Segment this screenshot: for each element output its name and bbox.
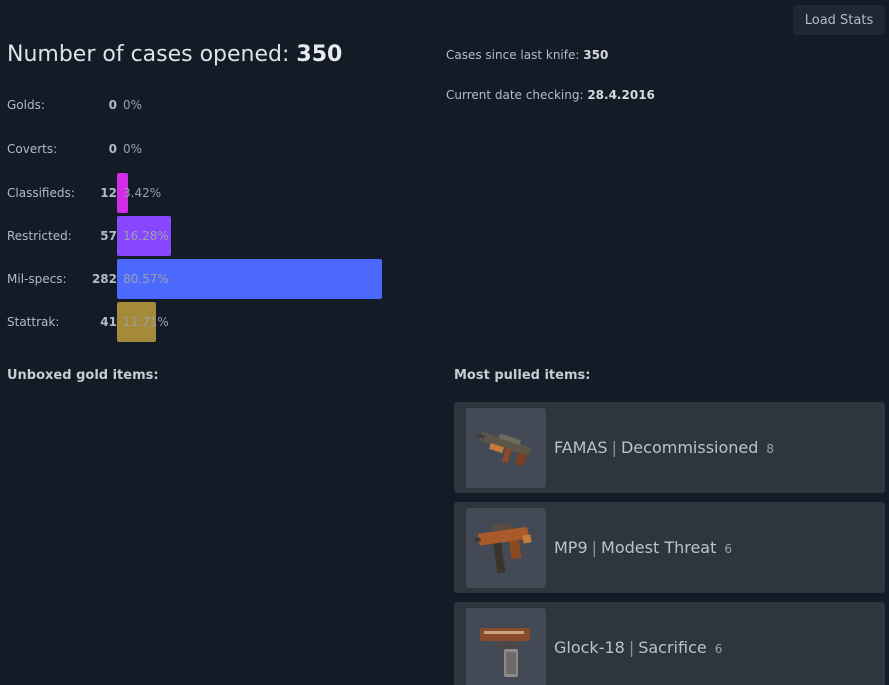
item-count: 6: [714, 642, 723, 656]
stat-label: Stattrak:: [7, 315, 60, 329]
since-knife-label: Cases since last knife:: [446, 48, 580, 62]
stat-percent: 16.28%: [123, 229, 169, 243]
cases-opened-heading: Number of cases opened: 350: [7, 42, 342, 67]
famas-icon: [466, 408, 546, 488]
stat-count: 282: [91, 272, 117, 286]
stat-percent: 80.57%: [123, 272, 169, 286]
pulled-item-card[interactable]: MP9 | Modest Threat 6: [454, 502, 885, 593]
item-separator: |: [611, 438, 617, 457]
pulled-item-name: Glock-18 | Sacrifice 6: [554, 602, 722, 685]
pulled-item-card[interactable]: FAMAS | Decommissioned 8: [454, 402, 885, 493]
stat-label: Coverts:: [7, 142, 58, 156]
stat-count: 41: [100, 315, 117, 329]
stat-row-classifieds: Classifieds: 12 3.42%: [0, 173, 420, 213]
pulled-item-card[interactable]: Glock-18 | Sacrifice 6: [454, 602, 885, 685]
mp9-icon: [466, 508, 546, 588]
stat-label: Golds:: [7, 98, 45, 112]
pulled-item-name: MP9 | Modest Threat 6: [554, 502, 732, 593]
case-stats-page: Load Stats Number of cases opened: 350 C…: [0, 0, 889, 685]
since-knife-value: 350: [583, 48, 609, 62]
pulled-item-name: FAMAS | Decommissioned 8: [554, 402, 774, 493]
item-separator: |: [591, 538, 598, 557]
item-count: 8: [766, 442, 775, 456]
date-checking-stat: Current date checking: 28.4.2016: [446, 88, 655, 102]
item-weapon: FAMAS: [554, 438, 608, 457]
stat-count: 12: [100, 186, 117, 200]
stat-percent: 3.42%: [123, 186, 162, 200]
cases-opened-total: 350: [296, 42, 343, 67]
stat-row-golds: Golds: 0 0%: [0, 85, 420, 125]
item-separator: |: [628, 638, 635, 657]
glock-icon: [466, 608, 546, 685]
stat-row-restricted: Restricted: 57 16.28%: [0, 216, 420, 256]
gold-items-title: Unboxed gold items:: [7, 368, 159, 383]
stat-count: 57: [100, 229, 117, 243]
stat-count: 0: [108, 142, 117, 156]
item-skin: Decommissioned: [620, 438, 759, 457]
stat-percent: 0%: [123, 142, 143, 156]
load-stats-button[interactable]: Load Stats: [793, 5, 885, 35]
stat-percent: 0%: [123, 98, 143, 112]
stat-row-milspecs: Mil-specs: 282 80.57%: [0, 259, 420, 299]
item-weapon: MP9: [554, 538, 588, 557]
stat-count: 0: [108, 98, 117, 112]
cases-opened-label: Number of cases opened:: [7, 42, 290, 67]
item-count: 6: [724, 542, 733, 556]
date-checking-label: Current date checking:: [446, 88, 584, 102]
item-weapon: Glock-18: [554, 638, 625, 657]
stat-row-stattrak: Stattrak: 41 11.71%: [0, 302, 420, 342]
stat-label: Mil-specs:: [7, 272, 67, 286]
stat-row-coverts: Coverts: 0 0%: [0, 129, 420, 169]
since-knife-stat: Cases since last knife: 350: [446, 48, 608, 62]
item-skin: Modest Threat: [601, 538, 717, 557]
most-pulled-title: Most pulled items:: [454, 368, 591, 383]
stat-percent: 11.71%: [123, 315, 169, 329]
item-skin: Sacrifice: [638, 638, 707, 657]
date-checking-value: 28.4.2016: [587, 88, 655, 102]
